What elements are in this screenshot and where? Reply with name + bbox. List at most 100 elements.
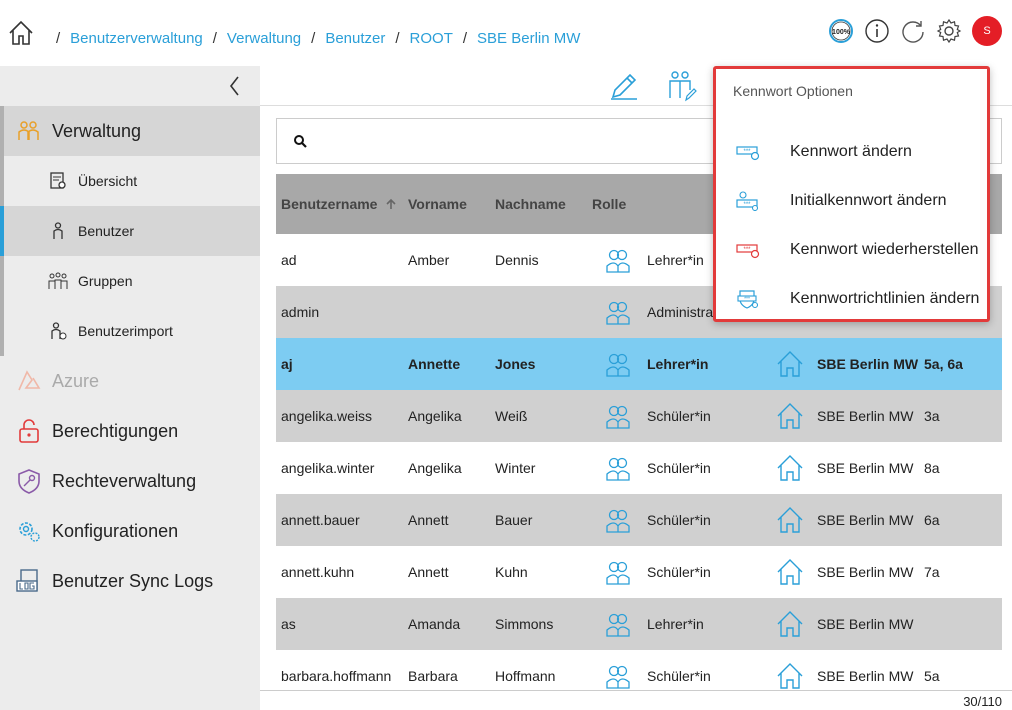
breadcrumb-benutzerverwaltung[interactable]: Benutzerverwaltung bbox=[70, 30, 203, 47]
role-icon bbox=[606, 353, 630, 377]
gears-icon bbox=[16, 518, 42, 544]
pencil-icon bbox=[611, 73, 637, 100]
sidebar-subnav: Übersicht Benutzer Gruppen Benutzerimpor… bbox=[0, 156, 260, 356]
group-edit-icon bbox=[669, 71, 697, 102]
cell-last-name: Hoffmann bbox=[495, 668, 556, 684]
admin-users-icon bbox=[16, 118, 42, 144]
sidebar-item-benutzer-sync-logs[interactable]: Benutzer Sync Logs bbox=[0, 556, 260, 606]
sidebar-subitem-gruppen[interactable]: Gruppen bbox=[0, 256, 260, 306]
cell-first-name: Angelika bbox=[408, 460, 462, 476]
menu-item-label: Initialkennwort ändern bbox=[790, 192, 947, 209]
cell-class: 5a, 6a bbox=[924, 356, 963, 372]
role-icon bbox=[606, 509, 630, 533]
table-row[interactable]: as Amanda Simmons Lehrer*in SBE Berlin MW bbox=[276, 598, 1002, 650]
cell-role: Schüler*in bbox=[647, 668, 711, 684]
cell-first-name: Annette bbox=[408, 356, 461, 372]
breadcrumb-verwaltung[interactable]: Verwaltung bbox=[227, 30, 301, 47]
refresh-button[interactable] bbox=[900, 18, 926, 44]
sidebar-item-label: Berechtigungen bbox=[52, 420, 179, 441]
table-row[interactable]: annett.kuhn Annett Kuhn Schüler*in SBE Berli… bbox=[276, 546, 1002, 598]
password-restore-icon: *** bbox=[736, 244, 760, 259]
cell-first-name: Angelika bbox=[408, 408, 462, 424]
sidebar-item-berechtigungen[interactable]: Berechtigungen bbox=[0, 406, 260, 456]
sidebar-item-konfigurationen[interactable]: Konfigurationen bbox=[0, 506, 260, 556]
column-header-nachname[interactable]: Nachname bbox=[495, 196, 566, 212]
table-row[interactable]: annett.bauer Annett Bauer Schüler*in SBE Ber… bbox=[276, 494, 1002, 546]
svg-text:***: *** bbox=[743, 202, 751, 208]
cell-last-name: Winter bbox=[495, 460, 536, 476]
cell-username: ad bbox=[281, 252, 297, 268]
menu-item-kennwort-aendern[interactable]: *** Kennwort ändern bbox=[716, 132, 987, 172]
cell-role: Lehrer*in bbox=[647, 252, 704, 268]
sidebar-item-verwaltung[interactable]: Verwaltung bbox=[0, 106, 260, 156]
search-icon bbox=[294, 135, 307, 148]
cell-class: 6a bbox=[924, 512, 940, 528]
password-options-dropdown: Kennwort Optionen *** Kennwort ändern **… bbox=[713, 66, 990, 322]
sidebar: Verwaltung Übersicht Benutzer Gruppen Be… bbox=[0, 66, 260, 710]
cell-school: SBE Berlin MW bbox=[817, 668, 914, 684]
record-count: 30/110 bbox=[963, 694, 1002, 709]
menu-item-kennwortrichtlinien-aendern[interactable]: *** Kennwortrichtlinien ändern bbox=[716, 279, 987, 319]
menu-item-label: Kennwort wiederherstellen bbox=[790, 241, 979, 258]
sidebar-nav: Verwaltung Übersicht Benutzer Gruppen Be… bbox=[0, 106, 260, 606]
cell-first-name: Annett bbox=[408, 564, 449, 580]
lock-icon bbox=[16, 418, 42, 444]
svg-text:***: *** bbox=[743, 247, 751, 253]
info-button[interactable] bbox=[864, 18, 890, 44]
cell-school: SBE Berlin MW bbox=[817, 356, 919, 372]
cell-role: Administra bbox=[647, 304, 714, 320]
cell-username: as bbox=[281, 616, 296, 632]
home-icon[interactable] bbox=[8, 20, 34, 46]
cell-last-name: Kuhn bbox=[495, 564, 528, 580]
cell-username: barbara.hoffmann bbox=[281, 668, 392, 684]
role-icon bbox=[606, 249, 630, 273]
info-icon bbox=[865, 19, 889, 43]
menu-item-kennwort-wiederherstellen[interactable]: *** Kennwort wiederherstellen bbox=[716, 230, 987, 270]
sidebar-subitem-uebersicht[interactable]: Übersicht bbox=[0, 156, 260, 206]
school-home-icon bbox=[777, 455, 803, 481]
cell-school: SBE Berlin MW bbox=[817, 616, 914, 632]
school-home-icon bbox=[777, 611, 803, 637]
role-icon bbox=[606, 457, 630, 481]
edit-groups-button[interactable] bbox=[666, 70, 698, 102]
sidebar-subitem-benutzerimport[interactable]: Benutzerimport bbox=[0, 306, 260, 356]
zoom-button[interactable]: 100% bbox=[828, 18, 854, 44]
collapse-sidebar-icon[interactable] bbox=[226, 74, 244, 98]
edit-button[interactable] bbox=[608, 70, 640, 102]
log-icon bbox=[16, 568, 42, 594]
cell-role: Schüler*in bbox=[647, 512, 711, 528]
table-row[interactable]: angelika.weiss Angelika Weiß Schüler*in SBE … bbox=[276, 390, 1002, 442]
cell-school: SBE Berlin MW bbox=[817, 564, 914, 580]
breadcrumb-benutzer[interactable]: Benutzer bbox=[325, 30, 385, 47]
breadcrumb: / Benutzerverwaltung / Verwaltung / Benu… bbox=[56, 30, 581, 47]
cell-class: 5a bbox=[924, 668, 940, 684]
user-avatar[interactable]: S bbox=[972, 16, 1002, 46]
column-header-benutzername[interactable]: Benutzername bbox=[281, 196, 397, 212]
menu-item-initialkennwort-aendern[interactable]: *** Initialkennwort ändern bbox=[716, 181, 987, 221]
cell-username: annett.bauer bbox=[281, 512, 360, 528]
sidebar-item-azure[interactable]: Azure bbox=[0, 356, 260, 406]
role-icon bbox=[606, 405, 630, 429]
sidebar-item-label: Rechteverwaltung bbox=[52, 470, 197, 491]
table-row[interactable]: aj Annette Jones Lehrer*in SBE Berlin MW 5a, … bbox=[276, 338, 1002, 390]
cell-username: angelika.weiss bbox=[281, 408, 373, 424]
cell-role: Schüler*in bbox=[647, 460, 711, 476]
cell-first-name: Annett bbox=[408, 512, 449, 528]
sidebar-subitem-benutzer[interactable]: Benutzer bbox=[0, 206, 260, 256]
sidebar-item-label: Benutzer Sync Logs bbox=[52, 570, 214, 591]
breadcrumb-root[interactable]: ROOT bbox=[410, 30, 453, 47]
table-footer: 30/110 bbox=[260, 690, 1012, 710]
role-icon bbox=[606, 613, 630, 637]
cell-school: SBE Berlin MW bbox=[817, 460, 914, 476]
cell-class: 8a bbox=[924, 460, 940, 476]
sidebar-item-rechteverwaltung[interactable]: Rechteverwaltung bbox=[0, 456, 260, 506]
cell-class: 7a bbox=[924, 564, 940, 580]
svg-text:***: *** bbox=[743, 149, 751, 155]
breadcrumb-sbe-berlin-mw[interactable]: SBE Berlin MW bbox=[477, 30, 580, 47]
table-row[interactable]: angelika.winter Angelika Winter Schüler*in S… bbox=[276, 442, 1002, 494]
column-header-vorname[interactable]: Vorname bbox=[408, 196, 467, 212]
sidebar-item-label: Konfigurationen bbox=[52, 520, 179, 541]
role-icon bbox=[606, 665, 630, 689]
settings-button[interactable] bbox=[936, 18, 962, 44]
column-header-rolle[interactable]: Rolle bbox=[592, 196, 626, 212]
